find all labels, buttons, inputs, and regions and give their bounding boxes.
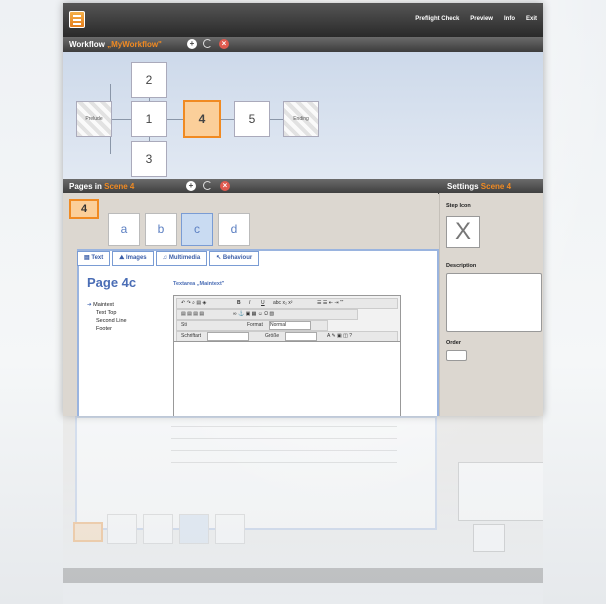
app-logo-icon [69, 11, 85, 28]
rotate-page-icon[interactable] [203, 181, 212, 190]
color-icon[interactable]: A ✎ ▣ ◫ ? [327, 332, 352, 341]
format-label: Format [247, 322, 263, 328]
rotate-icon[interactable] [203, 39, 212, 48]
info-link[interactable]: Info [504, 16, 515, 22]
order-field[interactable] [446, 350, 467, 361]
page-title: Page 4c [87, 275, 137, 290]
workflow-name: „MyWorkflow" [107, 40, 162, 49]
page-tab-b[interactable]: b [145, 213, 177, 246]
reflection [63, 416, 543, 604]
workflow-node-1[interactable]: 1 [131, 101, 167, 137]
undo-icon[interactable]: ↶ ↷ ⌕ ▤ ◈ [181, 299, 206, 308]
pages-label: Pages in [69, 182, 102, 191]
add-icon[interactable]: + [187, 39, 197, 49]
workflow-node-5[interactable]: 5 [234, 101, 270, 137]
link-icon[interactable]: ∞ ⚓ ▣ ▦ ☺ Ω ▨ [233, 310, 274, 319]
pages-panel: 4 a b c d Page 4c Textarea „Maintext" ➜ … [63, 193, 439, 416]
description-field[interactable] [446, 273, 542, 332]
toolbar-row-1: ↶ ↷ ⌕ ▤ ◈ B I U abc x₂ x² ☰ ☰ ⇤ ⇥ “” [176, 298, 398, 309]
app-window: Preflight Check Preview Info Exit Workfl… [63, 3, 543, 416]
preflight-check-link[interactable]: Preflight Check [415, 16, 459, 22]
settings-label: Settings [447, 182, 479, 191]
underline-button[interactable]: U [261, 299, 265, 308]
font-label: Schriftart [181, 333, 202, 339]
step-icon-label: Step Icon [446, 203, 471, 209]
pages-scene: Scene 4 [104, 182, 135, 191]
workflow-node-4[interactable]: 4 [183, 100, 221, 138]
scene-number-badge[interactable]: 4 [69, 199, 99, 219]
workflow-canvas: 2 Prelude 1 4 5 Ending 3 [63, 52, 543, 181]
text-item[interactable]: ➜ Maintext [87, 301, 127, 309]
editor-tabs: ▤ Text ⛰ Images ♫ Multimedia ↖ Behaviour [77, 251, 261, 266]
page-tab-c[interactable]: c [181, 213, 213, 246]
size-label: Größe [265, 333, 280, 339]
font-select[interactable] [207, 332, 249, 341]
workflow-node-3[interactable]: 3 [131, 141, 167, 177]
text-item[interactable]: Text Top [87, 309, 127, 317]
style-select[interactable]: Sti [181, 321, 187, 330]
workflow-node-2[interactable]: 2 [131, 62, 167, 98]
toolbar-row-3: Sti Format Normal [176, 320, 328, 331]
delete-icon[interactable]: × [219, 39, 229, 49]
page-tab-d[interactable]: d [218, 213, 250, 246]
exit-link[interactable]: Exit [526, 16, 537, 22]
step-icon-box[interactable]: X [446, 216, 480, 248]
preview-link[interactable]: Preview [470, 16, 493, 22]
settings-panel: Step Icon X Description Order [439, 193, 543, 416]
settings-scene: Scene 4 [480, 182, 512, 191]
delete-page-icon[interactable]: × [220, 181, 230, 191]
images-icon: ⛰ [119, 255, 126, 261]
bold-button[interactable]: B [237, 299, 241, 308]
rich-text-editor: ↶ ↷ ⌕ ▤ ◈ B I U abc x₂ x² ☰ ☰ ⇤ ⇥ “” ▤ ▤… [173, 295, 401, 416]
workflow-bar: Workflow „MyWorkflow" + × [63, 37, 543, 52]
tab-multimedia[interactable]: ♫ Multimedia [155, 251, 208, 266]
top-nav: Preflight Check Preview Info Exit [415, 16, 537, 22]
text-items-list: ➜ Maintext Text Top Second Line Footer [87, 301, 127, 333]
reflection-editor [75, 416, 437, 530]
workflow-node-prelude[interactable]: Prelude [76, 101, 112, 137]
italic-button[interactable]: I [249, 299, 250, 308]
workflow-label: Workflow [69, 40, 105, 49]
toolbar-row-2: ▤ ▤ ▤ ▤ ∞ ⚓ ▣ ▦ ☺ Ω ▨ [176, 309, 358, 320]
tab-behaviour[interactable]: ↖ Behaviour [209, 251, 260, 266]
page-tab-a[interactable]: a [108, 213, 140, 246]
order-label: Order [446, 340, 461, 346]
strike-icon[interactable]: abc x₂ x² [273, 299, 292, 308]
add-page-icon[interactable]: + [186, 181, 196, 191]
tab-text[interactable]: ▤ Text [77, 251, 111, 266]
text-item[interactable]: Footer [87, 325, 127, 333]
cursor-icon: ↖ [216, 255, 223, 261]
pages-bar: Pages in Scene 4 + × Settings Scene 4 [63, 179, 543, 194]
top-bar: Preflight Check Preview Info Exit [63, 3, 543, 37]
description-label: Description [446, 263, 477, 269]
list-icon[interactable]: ☰ ☰ ⇤ ⇥ “” [317, 299, 343, 308]
align-icon[interactable]: ▤ ▤ ▤ ▤ [181, 310, 204, 319]
textarea-name: Textarea „Maintext" [173, 281, 225, 287]
tab-images[interactable]: ⛰ Images [112, 251, 154, 266]
editor-panel: Page 4c Textarea „Maintext" ➜ Maintext T… [77, 249, 439, 416]
format-select[interactable]: Normal [269, 321, 311, 330]
text-item[interactable]: Second Line [87, 317, 127, 325]
workflow-node-ending[interactable]: Ending [283, 101, 319, 137]
size-select[interactable] [285, 332, 317, 341]
editor-text-area[interactable] [174, 341, 400, 416]
